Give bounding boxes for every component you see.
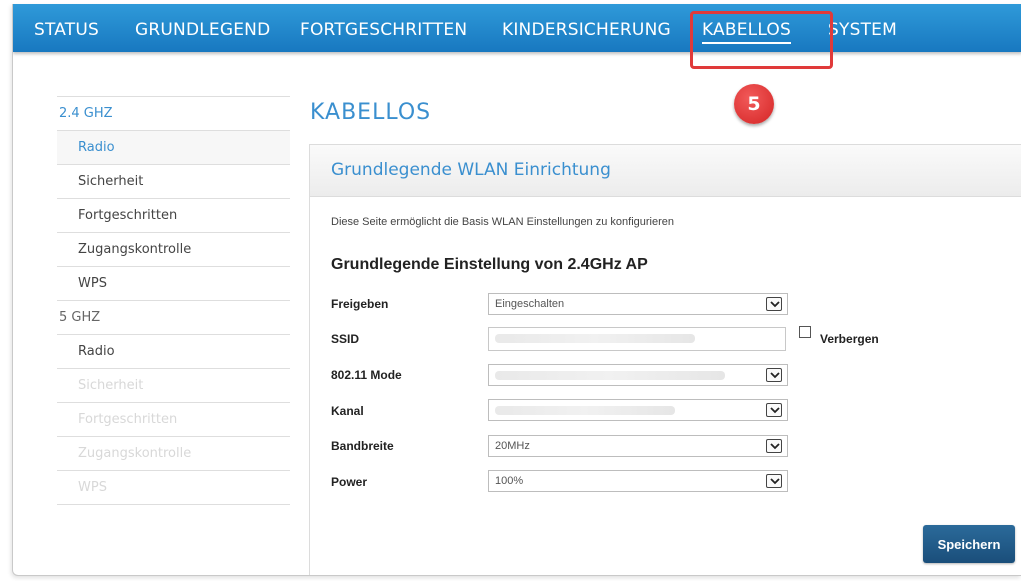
freigeben-value: Eingeschalten xyxy=(495,298,565,310)
panel-description: Diese Seite ermöglicht die Basis WLAN Ei… xyxy=(331,216,675,228)
router-admin-window: STATUS GRUNDLEGEND FORTGESCHRITTEN KINDE… xyxy=(12,4,1021,576)
panel-header: Grundlegende WLAN Einrichtung xyxy=(310,145,1021,197)
label-ssid: SSID xyxy=(331,332,360,346)
mode-value-blurred xyxy=(495,371,725,380)
sidebar-item-sicherheit-5[interactable]: Sicherheit xyxy=(57,368,290,402)
section-title: Grundlegende Einstellung von 2.4GHz AP xyxy=(331,256,648,273)
step-number-badge: 5 xyxy=(734,84,774,124)
freigeben-select[interactable]: Eingeschalten xyxy=(488,293,788,315)
hide-ssid-label: Verbergen xyxy=(820,332,879,346)
label-power: Power xyxy=(331,475,368,489)
chevron-down-icon xyxy=(766,297,782,311)
sidebar-item-fortgeschritten-5[interactable]: Fortgeschritten xyxy=(57,402,290,436)
sidebar-item-sicherheit-24[interactable]: Sicherheit xyxy=(57,164,290,198)
chevron-down-icon xyxy=(766,439,782,453)
label-freigeben: Freigeben xyxy=(331,297,389,311)
sidebar-item-zugangskontrolle-24[interactable]: Zugangskontrolle xyxy=(57,232,290,266)
sidebar-item-fortgeschritten-24[interactable]: Fortgeschritten xyxy=(57,198,290,232)
sidebar-item-radio-24[interactable]: Radio xyxy=(57,130,290,164)
top-navigation-bar: STATUS GRUNDLEGEND FORTGESCHRITTEN KINDE… xyxy=(13,4,1021,52)
power-select[interactable]: 100% xyxy=(488,470,788,492)
sidebar-item-radio-5[interactable]: Radio xyxy=(57,334,290,368)
sidebar: 2.4 GHZ Radio Sicherheit Fortgeschritten… xyxy=(57,96,290,505)
power-value: 100% xyxy=(495,475,524,487)
nav-grundlegend[interactable]: GRUNDLEGEND xyxy=(135,20,270,40)
bandbreite-select[interactable]: 20MHz xyxy=(488,435,788,457)
bandbreite-value: 20MHz xyxy=(495,440,530,452)
sidebar-item-wps-5[interactable]: WPS xyxy=(57,470,290,504)
nav-fortgeschritten[interactable]: FORTGESCHRITTEN xyxy=(300,20,467,40)
kanal-value-blurred xyxy=(495,406,675,415)
label-kanal: Kanal xyxy=(331,404,364,418)
label-bandbreite: Bandbreite xyxy=(331,439,394,453)
chevron-down-icon xyxy=(766,368,782,382)
wlan-settings-panel: Grundlegende WLAN Einrichtung Diese Seit… xyxy=(309,144,1021,575)
mode-select[interactable] xyxy=(488,364,788,386)
sidebar-header-24ghz[interactable]: 2.4 GHZ xyxy=(57,96,290,130)
ssid-input[interactable] xyxy=(488,327,786,351)
chevron-down-icon xyxy=(766,474,782,488)
ssid-value-blurred xyxy=(495,334,695,343)
sidebar-item-wps-24[interactable]: WPS xyxy=(57,266,290,300)
sidebar-item-zugangskontrolle-5[interactable]: Zugangskontrolle xyxy=(57,436,290,470)
page-title: KABELLOS xyxy=(310,100,432,125)
chevron-down-icon xyxy=(766,403,782,417)
nav-system[interactable]: SYSTEM xyxy=(828,20,897,40)
hide-ssid-checkbox[interactable] xyxy=(799,326,811,338)
tutorial-highlight-box xyxy=(690,11,833,69)
sidebar-header-5ghz[interactable]: 5 GHZ xyxy=(57,300,290,334)
save-button[interactable]: Speichern xyxy=(923,525,1015,563)
nav-status[interactable]: STATUS xyxy=(34,20,99,40)
panel-title: Grundlegende WLAN Einrichtung xyxy=(331,160,611,180)
label-mode: 802.11 Mode xyxy=(331,368,402,382)
nav-kindersicherung[interactable]: KINDERSICHERUNG xyxy=(502,20,671,40)
kanal-select[interactable] xyxy=(488,399,788,421)
